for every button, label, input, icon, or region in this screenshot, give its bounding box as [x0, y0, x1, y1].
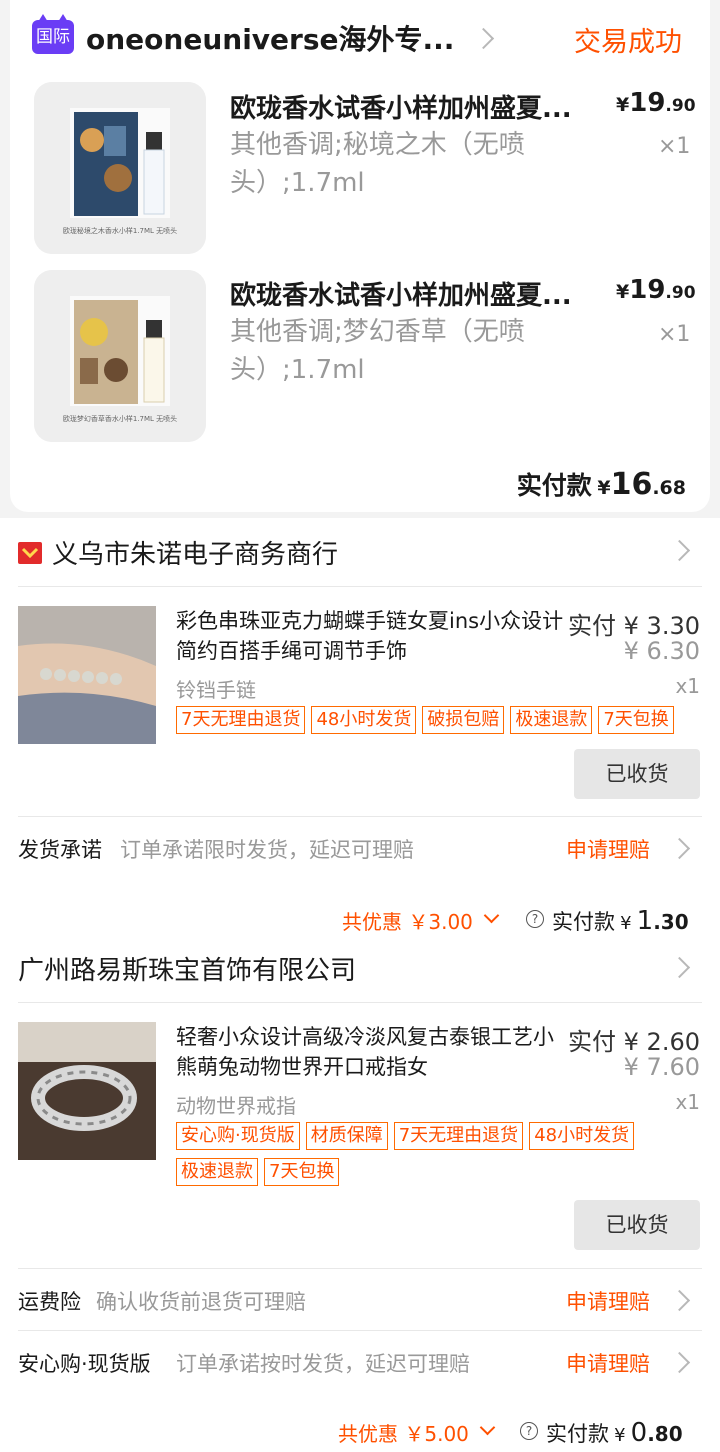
service-tag: 极速退款	[176, 1158, 258, 1186]
product-qty: ×1	[658, 322, 691, 347]
product-sku: 动物世界戒指	[176, 1094, 296, 1118]
divider	[18, 1330, 702, 1331]
paid-price: 实付 ¥ 2.60	[568, 1028, 700, 1056]
service-desc: 订单承诺按时发货，延迟可理赔	[176, 1352, 470, 1376]
product-image[interactable]	[18, 1022, 156, 1160]
order-status: 交易成功	[574, 27, 682, 58]
paid-total: 实付款 ¥16.68	[516, 467, 686, 502]
received-button[interactable]: 已收货	[574, 1200, 700, 1250]
chevron-down-icon[interactable]	[479, 1419, 496, 1436]
order-card-oneoneuniverse: 国际 oneoneuniverse海外专... 交易成功 欧珑秘境之木香水小样1…	[10, 0, 710, 512]
service-tags: 安心购·现货版 材质保障 7天无理由退货 48小时发货极速退款 7天包换	[176, 1122, 676, 1194]
discount-total[interactable]: 共优惠 ￥3.00	[342, 906, 473, 935]
product-qty: x1	[675, 1090, 700, 1114]
divider	[18, 1002, 702, 1003]
received-button[interactable]: 已收货	[574, 749, 700, 799]
chevron-right-icon[interactable]	[668, 837, 691, 860]
divider	[18, 816, 702, 817]
service-tag: 7天无理由退货	[176, 706, 306, 734]
chevron-down-icon[interactable]	[483, 907, 500, 924]
service-tags: 7天无理由退货 48小时发货 破损包赔 极速退款 7天包换	[176, 706, 706, 742]
product-sku: 其他香调;秘境之木（无喷头）;1.7ml	[230, 130, 525, 198]
original-price: ¥ 7.60	[623, 1053, 700, 1081]
product-title[interactable]: 欧珑香水试香小样加州盛夏...	[230, 275, 572, 312]
original-price: ¥ 6.30	[623, 637, 700, 665]
shop-name[interactable]: 广州路易斯珠宝首饰有限公司	[18, 950, 356, 987]
chevron-right-icon[interactable]	[668, 1351, 691, 1374]
product-title[interactable]: 彩色串珠亚克力蝴蝶手链女夏ins小众设计简约百搭手绳可调节手饰	[176, 606, 566, 666]
product-price: ¥19.90	[616, 275, 696, 305]
shop-name[interactable]: oneoneuniverse海外专...	[86, 18, 454, 58]
chevron-right-icon[interactable]	[668, 956, 691, 979]
order-card-guangzhou: 广州路易斯珠宝首饰有限公司 轻奢小众设计高级冷淡风复古泰银工艺小熊萌兔动物世界开…	[0, 936, 720, 1452]
product-title[interactable]: 轻奢小众设计高级冷淡风复古泰银工艺小熊萌兔动物世界开口戒指女	[176, 1022, 566, 1082]
service-tag: 材质保障	[305, 1122, 388, 1150]
shop-name[interactable]: 义乌市朱诺电子商务商行	[52, 534, 338, 571]
paid-price: 实付 ¥ 3.30	[568, 612, 700, 640]
claim-link[interactable]: 申请理赔	[566, 834, 650, 864]
product-sku: 其他香调;梦幻香草（无喷头）;1.7ml	[230, 317, 525, 385]
claim-link[interactable]: 申请理赔	[566, 1286, 650, 1316]
service-tag: 48小时发货	[311, 706, 417, 734]
question-icon[interactable]: ?	[526, 910, 544, 928]
service-tag: 7天包换	[264, 1158, 340, 1186]
divider	[18, 1268, 702, 1269]
chevron-right-icon[interactable]	[668, 1289, 691, 1312]
claim-link[interactable]: 申请理赔	[566, 1348, 650, 1378]
global-badge: 国际	[32, 14, 74, 54]
product-caption: 欧珑秘境之木香水小样1.7ML 无喷头	[62, 227, 178, 235]
service-tag: 7天无理由退货	[393, 1122, 524, 1150]
service-desc: 确认收货前退货可理赔	[96, 1290, 306, 1314]
service-tag: 7天包换	[598, 706, 674, 734]
product-title[interactable]: 欧珑香水试香小样加州盛夏...	[230, 88, 572, 125]
product-qty: ×1	[658, 134, 691, 159]
paid-total: 实付款 ¥ 0.80	[546, 1418, 683, 1448]
order-card-yiwu: 义乌市朱诺电子商务商行 彩色串珠亚克力蝴蝶手链女夏ins小众设计简约百搭手绳可调…	[0, 518, 720, 946]
product-image[interactable]: 欧珑梦幻香草香水小样1.7ML 无喷头	[34, 270, 206, 442]
service-label: 运费险	[18, 1290, 81, 1314]
product-image[interactable]	[18, 606, 156, 744]
discount-total[interactable]: 共优惠 ￥5.00	[338, 1418, 469, 1447]
question-icon[interactable]: ?	[520, 1422, 538, 1440]
service-desc: 订单承诺限时发货，延迟可理赔	[120, 838, 414, 862]
service-tag: 极速退款	[510, 706, 593, 734]
product-qty: x1	[675, 674, 700, 698]
product-image[interactable]: 欧珑秘境之木香水小样1.7ML 无喷头	[34, 82, 206, 254]
product-sku: 铃铛手链	[176, 678, 256, 702]
service-label: 安心购·现货版	[18, 1352, 151, 1376]
chevron-right-icon[interactable]	[472, 27, 495, 50]
chevron-right-icon[interactable]	[668, 539, 691, 562]
store-icon	[18, 542, 42, 564]
service-label: 发货承诺	[18, 838, 102, 862]
product-caption: 欧珑梦幻香草香水小样1.7ML 无喷头	[62, 415, 178, 423]
paid-total: 实付款 ¥ 1.30	[552, 906, 689, 936]
service-tag: 48小时发货	[529, 1122, 635, 1150]
product-price: ¥19.90	[616, 88, 696, 118]
service-tag: 安心购·现货版	[176, 1122, 300, 1150]
divider	[18, 586, 702, 587]
service-tag: 破损包赔	[422, 706, 505, 734]
